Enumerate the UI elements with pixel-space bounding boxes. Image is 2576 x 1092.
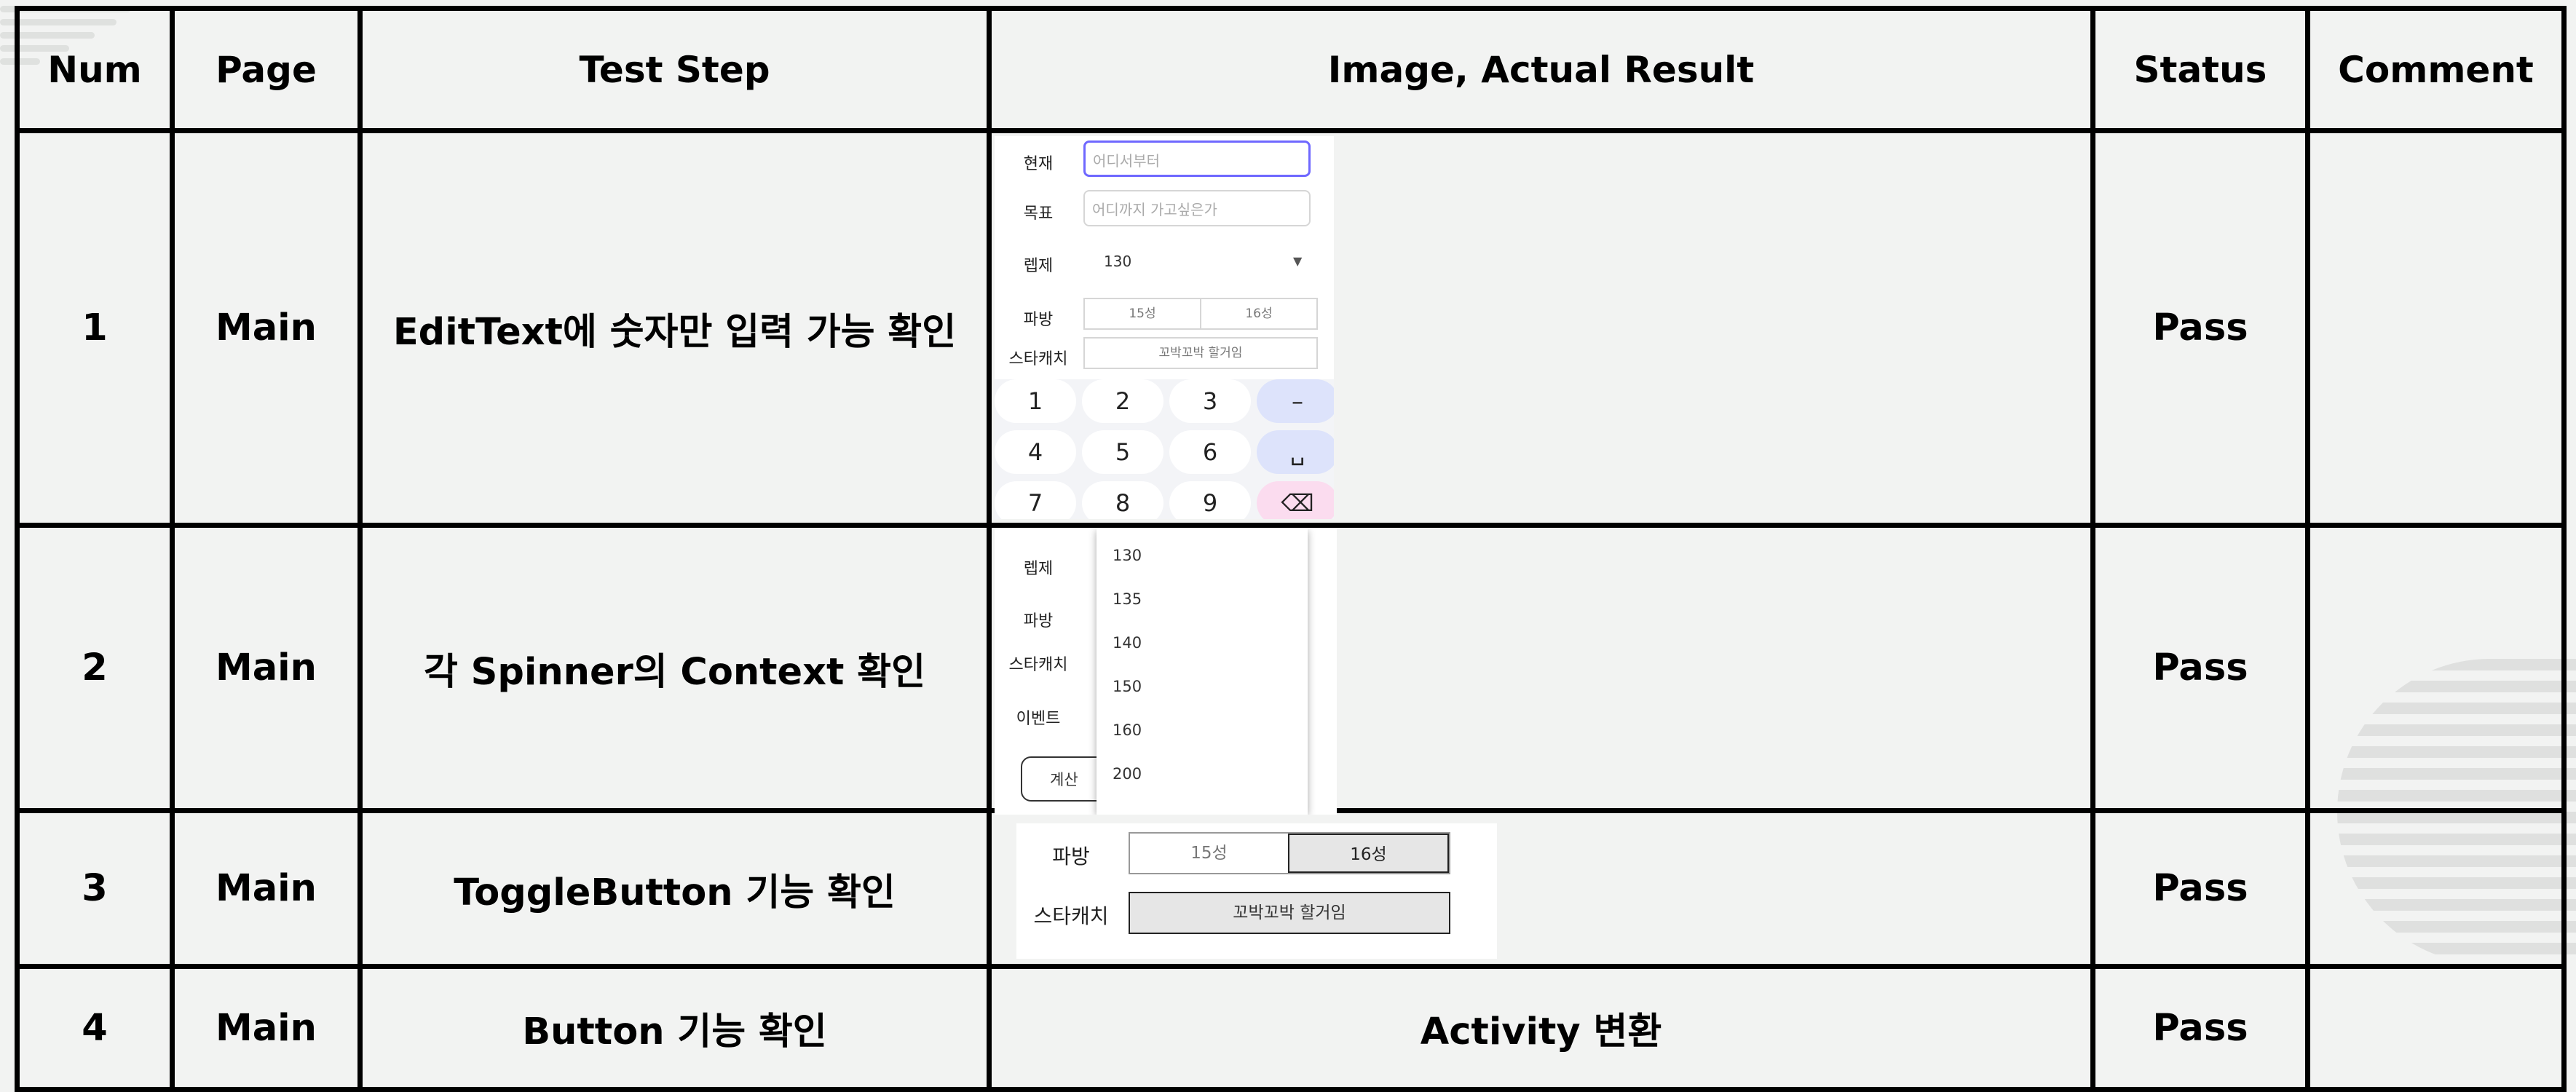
table-row: 2 Main 각 Spinner의 Context 확인 렙제 파방 스타캐치 … xyxy=(15,523,2567,815)
header-status: Status xyxy=(2090,6,2310,133)
header-row: Num Page Test Step Image, Actual Result … xyxy=(15,6,2567,133)
dropdown-option[interactable]: 135 xyxy=(1113,590,1142,608)
row-step: ToggleButton 기능 확인 xyxy=(357,808,992,969)
screenshot-spinner: 렙제 파방 스타캐치 이벤트 계산 130 135 140 150 160 20… xyxy=(995,529,1337,815)
row-status: Pass xyxy=(2090,808,2310,969)
header-comment: Comment xyxy=(2305,6,2567,133)
row-num: 3 xyxy=(15,808,175,969)
fragment-label: 파방 xyxy=(1023,311,1054,329)
current-input[interactable]: 어디서부터 xyxy=(1083,141,1311,177)
row-page: Main xyxy=(170,808,363,969)
level-value: 130 xyxy=(1104,253,1132,270)
starcatch-option[interactable]: 꼬박꼬박 할거임 xyxy=(1085,339,1316,368)
header-page: Page xyxy=(170,6,363,133)
key-3[interactable]: 3 xyxy=(1169,379,1251,423)
chevron-down-icon: ▼ xyxy=(1293,254,1303,268)
key-9[interactable]: 9 xyxy=(1169,481,1251,519)
row-image: 렙제 파방 스타캐치 이벤트 계산 130 135 140 150 160 20… xyxy=(987,523,2095,815)
key-6[interactable]: 6 xyxy=(1169,430,1251,474)
event-label: 이벤트 xyxy=(1016,710,1061,728)
starcatch-label: 스타캐치 xyxy=(1033,904,1109,928)
fragment-option-15[interactable]: 15성 xyxy=(1085,299,1201,328)
fragment-toggle[interactable]: 15성 16성 xyxy=(1083,298,1318,330)
row-page: Main xyxy=(170,128,363,528)
screenshot-togglebutton: 파방 15성 16성 스타캐치 꼬박꼬박 할거임 xyxy=(1016,823,1497,959)
key-5[interactable]: 5 xyxy=(1082,430,1163,474)
key-7[interactable]: 7 xyxy=(995,481,1076,519)
key-1[interactable]: 1 xyxy=(995,379,1076,423)
row-result: Activity 변환 xyxy=(987,964,2095,1092)
table-row: 1 Main EditText에 숫자만 입력 가능 확인 현재 어디서부터 목… xyxy=(15,128,2567,528)
row-page: Main xyxy=(170,523,363,813)
fragment-option-16[interactable]: 16성 xyxy=(1288,834,1449,873)
row-num: 2 xyxy=(15,523,175,813)
fragment-label: 파방 xyxy=(1052,844,1090,869)
starcatch-toggle[interactable]: 꼬박꼬박 할거임 xyxy=(1083,337,1318,369)
fragment-option-16[interactable]: 16성 xyxy=(1201,299,1316,328)
fragment-option-15[interactable]: 15성 xyxy=(1130,834,1288,873)
level-label: 렙제 xyxy=(1023,560,1054,578)
row-step: EditText에 숫자만 입력 가능 확인 xyxy=(357,128,992,528)
dropdown-option[interactable]: 150 xyxy=(1113,678,1142,695)
row-step: Button 기능 확인 xyxy=(357,964,992,1092)
header-num: Num xyxy=(15,6,175,133)
starcatch-toggle[interactable]: 꼬박꼬박 할거임 xyxy=(1129,892,1450,934)
key-space-icon[interactable]: ␣ xyxy=(1257,430,1334,474)
key-8[interactable]: 8 xyxy=(1082,481,1163,519)
starcatch-option[interactable]: 꼬박꼬박 할거임 xyxy=(1130,893,1449,933)
table-row: 3 Main ToggleButton 기능 확인 파방 15성 16성 스타캐… xyxy=(15,808,2567,969)
starcatch-label: 스타캐치 xyxy=(1008,350,1068,368)
level-spinner[interactable]: 렙제 130 ▼ xyxy=(995,242,1334,283)
row-status: Pass xyxy=(2090,964,2310,1092)
row-step: 각 Spinner의 Context 확인 xyxy=(357,523,992,813)
dropdown-option[interactable]: 130 xyxy=(1113,547,1142,564)
target-label: 목표 xyxy=(1023,205,1054,223)
row-num: 1 xyxy=(15,128,175,528)
row-status: Pass xyxy=(2090,128,2310,528)
key-backspace-icon[interactable]: ⌫ xyxy=(1257,481,1334,519)
screenshot-edittext: 현재 어디서부터 목표 어디까지 가고싶은가 렙제 130 ▼ 파방 15성 1… xyxy=(995,136,1334,519)
row-comment xyxy=(2305,523,2567,813)
header-image-result: Image, Actual Result xyxy=(987,6,2095,133)
key-minus[interactable]: – xyxy=(1257,379,1334,423)
row-page: Main xyxy=(170,964,363,1092)
header-test-step: Test Step xyxy=(357,6,992,133)
row-status: Pass xyxy=(2090,523,2310,813)
fragment-label: 파방 xyxy=(1023,612,1054,630)
dropdown-option[interactable]: 200 xyxy=(1113,765,1142,783)
key-2[interactable]: 2 xyxy=(1082,379,1163,423)
starcatch-label: 스타캐치 xyxy=(1008,656,1068,674)
number-keypad: 1 2 3 – 4 5 6 ␣ 7 8 9 ⌫ xyxy=(995,379,1334,519)
target-input[interactable]: 어디까지 가고싶은가 xyxy=(1083,190,1311,226)
level-label: 렙제 xyxy=(1023,257,1054,275)
dropdown-option[interactable]: 140 xyxy=(1113,634,1142,652)
fragment-toggle[interactable]: 15성 16성 xyxy=(1129,832,1450,874)
test-case-table: Num Page Test Step Image, Actual Result … xyxy=(15,6,2567,1092)
dropdown-option[interactable]: 160 xyxy=(1113,721,1142,739)
row-num: 4 xyxy=(15,964,175,1092)
row-image: 현재 어디서부터 목표 어디까지 가고싶은가 렙제 130 ▼ 파방 15성 1… xyxy=(987,128,2095,528)
current-label: 현재 xyxy=(1023,155,1054,173)
row-comment xyxy=(2305,128,2567,528)
level-dropdown: 130 135 140 150 160 200 xyxy=(1097,529,1308,815)
row-image: 파방 15성 16성 스타캐치 꼬박꼬박 할거임 xyxy=(987,808,2095,969)
row-comment xyxy=(2305,808,2567,969)
row-comment xyxy=(2305,964,2567,1092)
key-4[interactable]: 4 xyxy=(995,430,1076,474)
table-row: 4 Main Button 기능 확인 Activity 변환 Pass xyxy=(15,964,2567,1092)
